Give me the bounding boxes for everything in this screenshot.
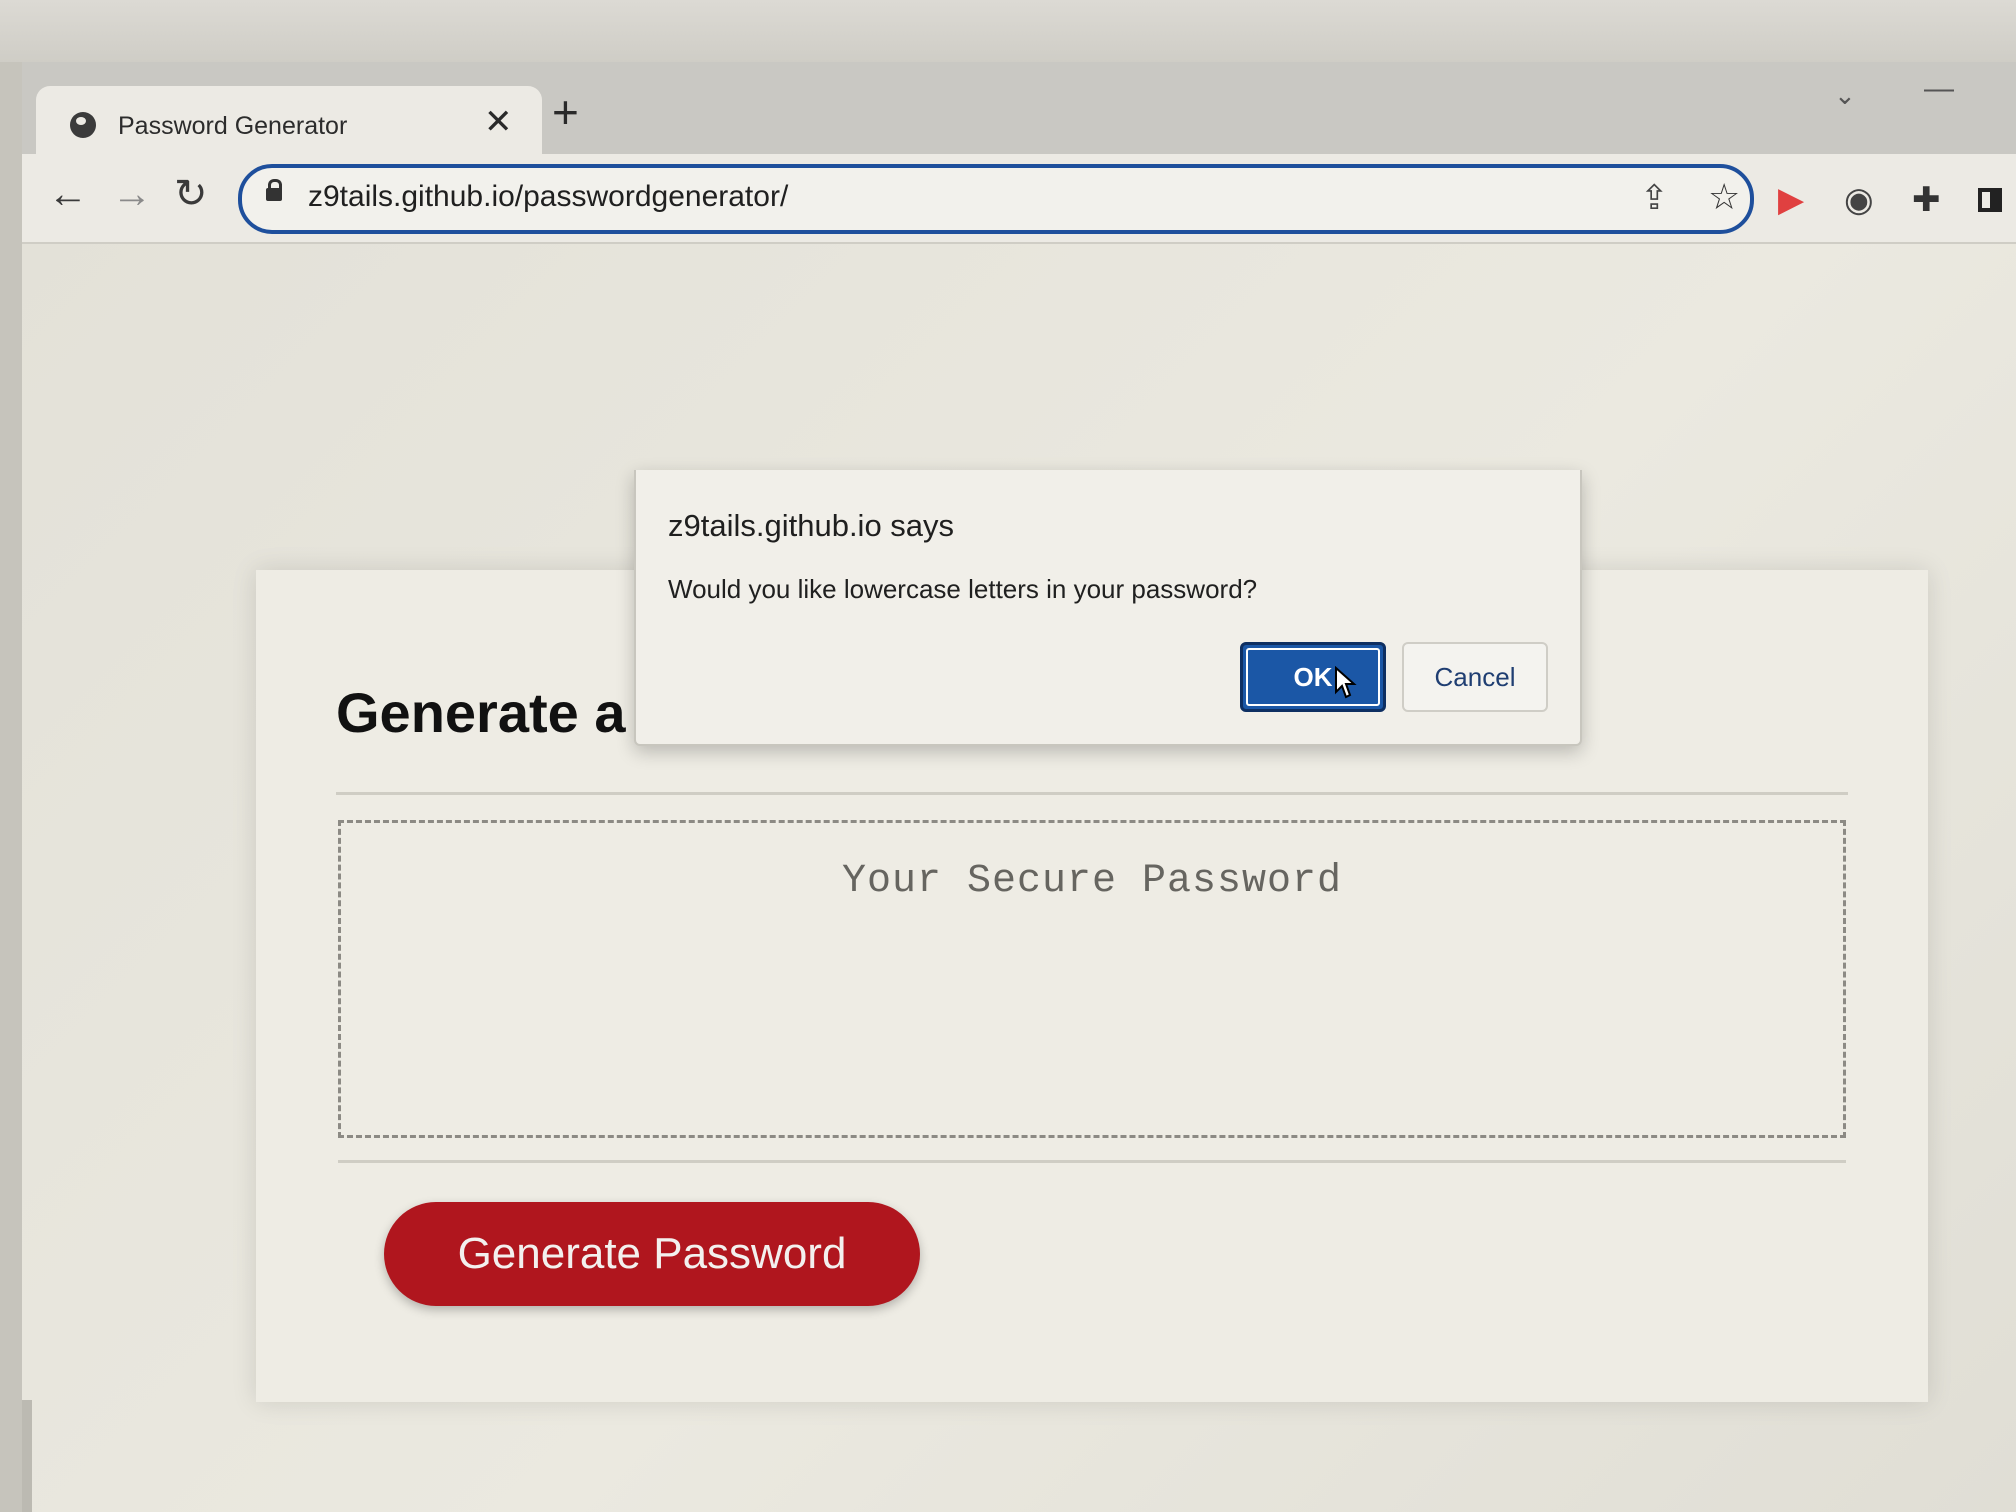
monitor-bezel-bottom-left xyxy=(22,1400,32,1512)
cancel-button[interactable]: Cancel xyxy=(1402,642,1548,712)
back-arrow-icon[interactable]: ← xyxy=(48,172,88,216)
mouse-cursor-icon xyxy=(1335,666,1357,699)
tab-password-generator[interactable]: Password Generator ✕ xyxy=(36,86,542,154)
ok-button-label: OK xyxy=(1293,662,1333,692)
tab-search-chevron-icon[interactable]: ⌄ xyxy=(1834,80,1856,111)
globe-icon xyxy=(70,112,96,138)
password-placeholder: Your Secure Password xyxy=(841,859,1343,904)
dialog-message: Would you like lowercase letters in your… xyxy=(668,574,1258,604)
share-icon[interactable]: ⇪ xyxy=(1640,178,1669,218)
side-panel-icon[interactable] xyxy=(1978,188,2002,212)
monitor-bezel-top xyxy=(0,0,2016,62)
browser-toolbar: ← → ↻ z9tails.github.io/passwordgenerato… xyxy=(22,154,2016,244)
browser-window: Password Generator ✕ + ⌄ — ← → ↻ z9tails… xyxy=(22,62,2016,1512)
alert-dialog: z9tails.github.io says Would you like lo… xyxy=(634,470,1582,746)
camera-icon[interactable]: ◉ xyxy=(1844,182,1874,218)
ok-button[interactable]: OK xyxy=(1240,642,1386,712)
extension-red-icon[interactable]: ▶ xyxy=(1778,182,1804,218)
bookmark-star-icon[interactable]: ☆ xyxy=(1708,176,1740,218)
address-bar[interactable]: z9tails.github.io/passwordgenerator/ ⇪ ☆ xyxy=(238,164,1754,234)
minimize-icon[interactable]: — xyxy=(1924,72,1954,106)
dialog-origin: z9tails.github.io says xyxy=(668,508,955,543)
tab-title: Password Generator xyxy=(118,112,348,140)
title-divider xyxy=(336,792,1848,795)
extensions-puzzle-icon[interactable]: ✚ xyxy=(1912,182,1941,218)
page-content: Generate a Password Your Secure Password… xyxy=(22,244,2016,1512)
new-tab-icon[interactable]: + xyxy=(552,89,579,135)
monitor-bezel-left xyxy=(0,62,22,1512)
address-bar-url[interactable]: z9tails.github.io/passwordgenerator/ xyxy=(308,180,788,214)
password-output[interactable]: Your Secure Password xyxy=(338,820,1846,1138)
reload-icon[interactable]: ↻ xyxy=(174,172,208,216)
lock-icon[interactable] xyxy=(266,179,282,201)
forward-arrow-icon[interactable]: → xyxy=(112,172,152,216)
tab-strip: Password Generator ✕ + ⌄ — xyxy=(22,62,2016,154)
footer-divider xyxy=(338,1160,1846,1163)
generate-password-button[interactable]: Generate Password xyxy=(384,1202,920,1306)
tab-close-icon[interactable]: ✕ xyxy=(484,104,513,140)
